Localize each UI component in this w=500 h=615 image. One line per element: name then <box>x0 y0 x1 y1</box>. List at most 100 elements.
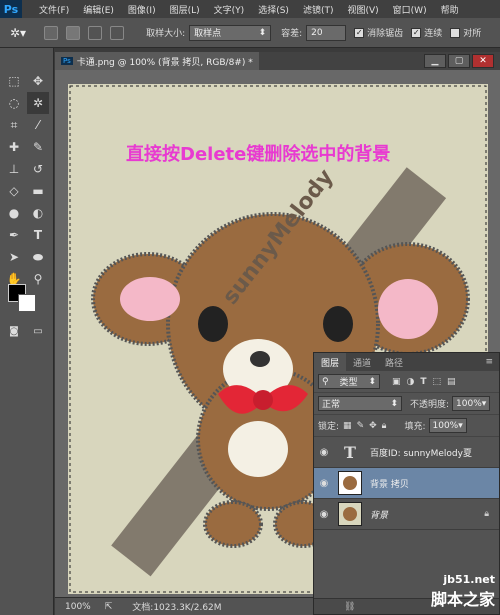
zoom-tool-icon[interactable]: ⚲ <box>27 268 49 290</box>
blur-tool-icon[interactable]: ● <box>3 202 25 224</box>
type-filter-icon[interactable]: T <box>420 377 426 387</box>
tolerance-input[interactable]: 20 <box>306 24 347 41</box>
all-layers-label: 对所 <box>463 29 482 39</box>
lasso-tool-icon[interactable]: ◌ <box>3 92 25 114</box>
opacity-input[interactable]: 100% ▾ <box>452 396 491 411</box>
eraser-tool-icon[interactable]: ◇ <box>3 180 25 202</box>
menu-help[interactable]: 帮助 <box>434 3 466 16</box>
tolerance-value: 20 <box>311 27 323 38</box>
quick-mask-icon[interactable]: ◙ <box>3 320 25 342</box>
gradient-tool-icon[interactable]: ▬ <box>27 180 49 202</box>
document-tab[interactable]: Ps 卡通.png @ 100% (背景 拷贝, RGB/8#) * <box>55 52 259 70</box>
panel-menu-icon[interactable]: ≡ <box>485 357 493 367</box>
layer-thumbnail <box>338 502 362 526</box>
menu-view[interactable]: 视图(V) <box>340 3 385 16</box>
zoom-level[interactable]: 100% <box>65 602 91 612</box>
path-select-icon[interactable]: ➤ <box>3 246 25 268</box>
dodge-tool-icon[interactable]: ◐ <box>27 202 49 224</box>
maximize-button[interactable]: ▢ <box>448 54 470 68</box>
ellipse-tool-icon[interactable]: ⬬ <box>27 246 49 268</box>
menu-type[interactable]: 文字(Y) <box>207 3 252 16</box>
watermark-brand: 脚本之家 <box>430 590 495 609</box>
history-brush-icon[interactable]: ↺ <box>27 158 49 180</box>
marquee-tool-icon[interactable]: ⬚ <box>3 70 25 92</box>
background-color-swatch[interactable] <box>18 294 36 312</box>
tab-paths[interactable]: 路径 <box>378 353 410 371</box>
layer-filter-select[interactable]: ⚲ 类型 ⬍ <box>318 374 380 389</box>
dropdown-arrow-icon: ⬍ <box>390 398 398 409</box>
layer-name[interactable]: 背景 拷贝 <box>370 477 409 490</box>
pixel-filter-icon[interactable]: ▣ <box>392 377 401 387</box>
eye-icon[interactable]: ◉ <box>314 447 334 458</box>
menu-edit[interactable]: 编辑(E) <box>76 3 121 16</box>
opacity-label: 不透明度: <box>410 400 450 410</box>
contiguous-label: 连续 <box>424 29 443 39</box>
antialias-label: 消除锯齿 <box>367 29 404 39</box>
layer-name[interactable]: 背景 <box>370 508 388 521</box>
magic-wand-tool-icon[interactable]: ✲ <box>27 92 49 114</box>
adjustment-filter-icon[interactable]: ◑ <box>407 377 415 387</box>
eyedropper-tool-icon[interactable]: ⁄ <box>27 114 49 136</box>
fill-input[interactable]: 100% ▾ <box>428 418 467 433</box>
watermark-domain: jb51.net <box>443 573 495 586</box>
shape-filter-icon[interactable]: ⬚ <box>433 377 442 387</box>
contiguous-checkbox[interactable]: ✓ <box>411 27 422 38</box>
magic-wand-icon[interactable]: ✲▾ <box>10 26 26 40</box>
move-tool-icon[interactable]: ✥ <box>27 70 49 92</box>
brush-tool-icon[interactable]: ✎ <box>27 136 49 158</box>
lock-pixels-icon[interactable]: ✎ <box>357 421 365 431</box>
healing-tool-icon[interactable]: ✚ <box>3 136 25 158</box>
site-watermark: jb51.net 脚本之家 <box>431 573 495 610</box>
layer-row-background[interactable]: ◉ 背景 🔒︎ <box>314 499 499 530</box>
sample-size-select[interactable]: 取样点 ⬍ <box>189 24 272 41</box>
options-bar: ✲▾ 取样大小: 取样点 ⬍ 容差: 20 ✓ 消除锯齿 ✓ 连续 对所 <box>0 18 500 48</box>
menu-layer[interactable]: 图层(L) <box>163 3 207 16</box>
lock-position-icon[interactable]: ✥ <box>369 421 377 431</box>
dropdown-arrow-icon: ⬍ <box>258 27 267 38</box>
lock-label: 锁定: <box>318 422 340 432</box>
share-icon[interactable]: ⇱ <box>105 602 113 612</box>
dropdown-arrow-icon: ⬍ <box>368 376 376 387</box>
minimize-button[interactable]: ▁ <box>424 54 446 68</box>
lock-all-icon[interactable]: 🔒︎ <box>382 421 387 431</box>
menu-window[interactable]: 窗口(W) <box>386 3 434 16</box>
eye-icon[interactable]: ◉ <box>314 478 334 489</box>
type-layer-thumbnail: T <box>344 442 356 462</box>
lock-icon: 🔒︎ <box>484 509 489 519</box>
layer-row-background-copy[interactable]: ◉ 背景 拷贝 <box>314 468 499 499</box>
document-info: 文档:1023.3K/2.62M <box>132 603 222 613</box>
new-selection-icon[interactable] <box>44 25 59 40</box>
layer-name[interactable]: 百度ID: sunnyMelody夏 <box>370 446 472 459</box>
chevron-down-icon: ▾ <box>458 420 463 431</box>
link-layers-icon[interactable]: ⛓ <box>344 602 355 612</box>
eye-icon[interactable]: ◉ <box>314 509 334 520</box>
add-selection-icon[interactable] <box>66 25 81 40</box>
menu-image[interactable]: 图像(I) <box>121 3 163 16</box>
stamp-tool-icon[interactable]: ⊥ <box>3 158 25 180</box>
document-tab-bar: Ps 卡通.png @ 100% (背景 拷贝, RGB/8#) * ▁ ▢ ✕ <box>55 52 500 70</box>
blend-mode-row: 正常 ⬍ 不透明度: 100% ▾ <box>314 393 499 415</box>
crop-tool-icon[interactable]: ⌗ <box>3 114 25 136</box>
tolerance-label: 容差: <box>281 29 303 39</box>
menu-filter[interactable]: 滤镜(T) <box>296 3 341 16</box>
menu-file[interactable]: 文件(F) <box>32 3 76 16</box>
menu-select[interactable]: 选择(S) <box>251 3 296 16</box>
fill-label: 填充: <box>404 422 426 432</box>
lock-transparent-icon[interactable]: ▦ <box>343 421 352 431</box>
type-tool-icon[interactable]: T <box>27 224 49 246</box>
filter-type-value: 类型 <box>339 378 358 388</box>
sample-size-label: 取样大小: <box>146 29 186 39</box>
all-layers-checkbox[interactable] <box>450 27 461 38</box>
pen-tool-icon[interactable]: ✒ <box>3 224 25 246</box>
screen-mode-icon[interactable]: ▭ <box>27 320 49 342</box>
blend-mode-select[interactable]: 正常 ⬍ <box>318 396 402 411</box>
subtract-selection-icon[interactable] <box>88 25 103 40</box>
antialias-checkbox[interactable]: ✓ <box>354 27 365 38</box>
layer-row-text[interactable]: ◉ T 百度ID: sunnyMelody夏 <box>314 437 499 468</box>
tab-channels[interactable]: 通道 <box>346 353 378 371</box>
intersect-selection-icon[interactable] <box>110 25 125 40</box>
smart-object-filter-icon[interactable]: ▤ <box>447 377 456 387</box>
layers-panel: 图层 通道 路径 ≡ ⚲ 类型 ⬍ ▣ ◑ T ⬚ ▤ 正常 ⬍ 不透明度: 1… <box>313 352 500 615</box>
tab-layers[interactable]: 图层 <box>314 353 347 371</box>
close-button[interactable]: ✕ <box>472 54 494 68</box>
